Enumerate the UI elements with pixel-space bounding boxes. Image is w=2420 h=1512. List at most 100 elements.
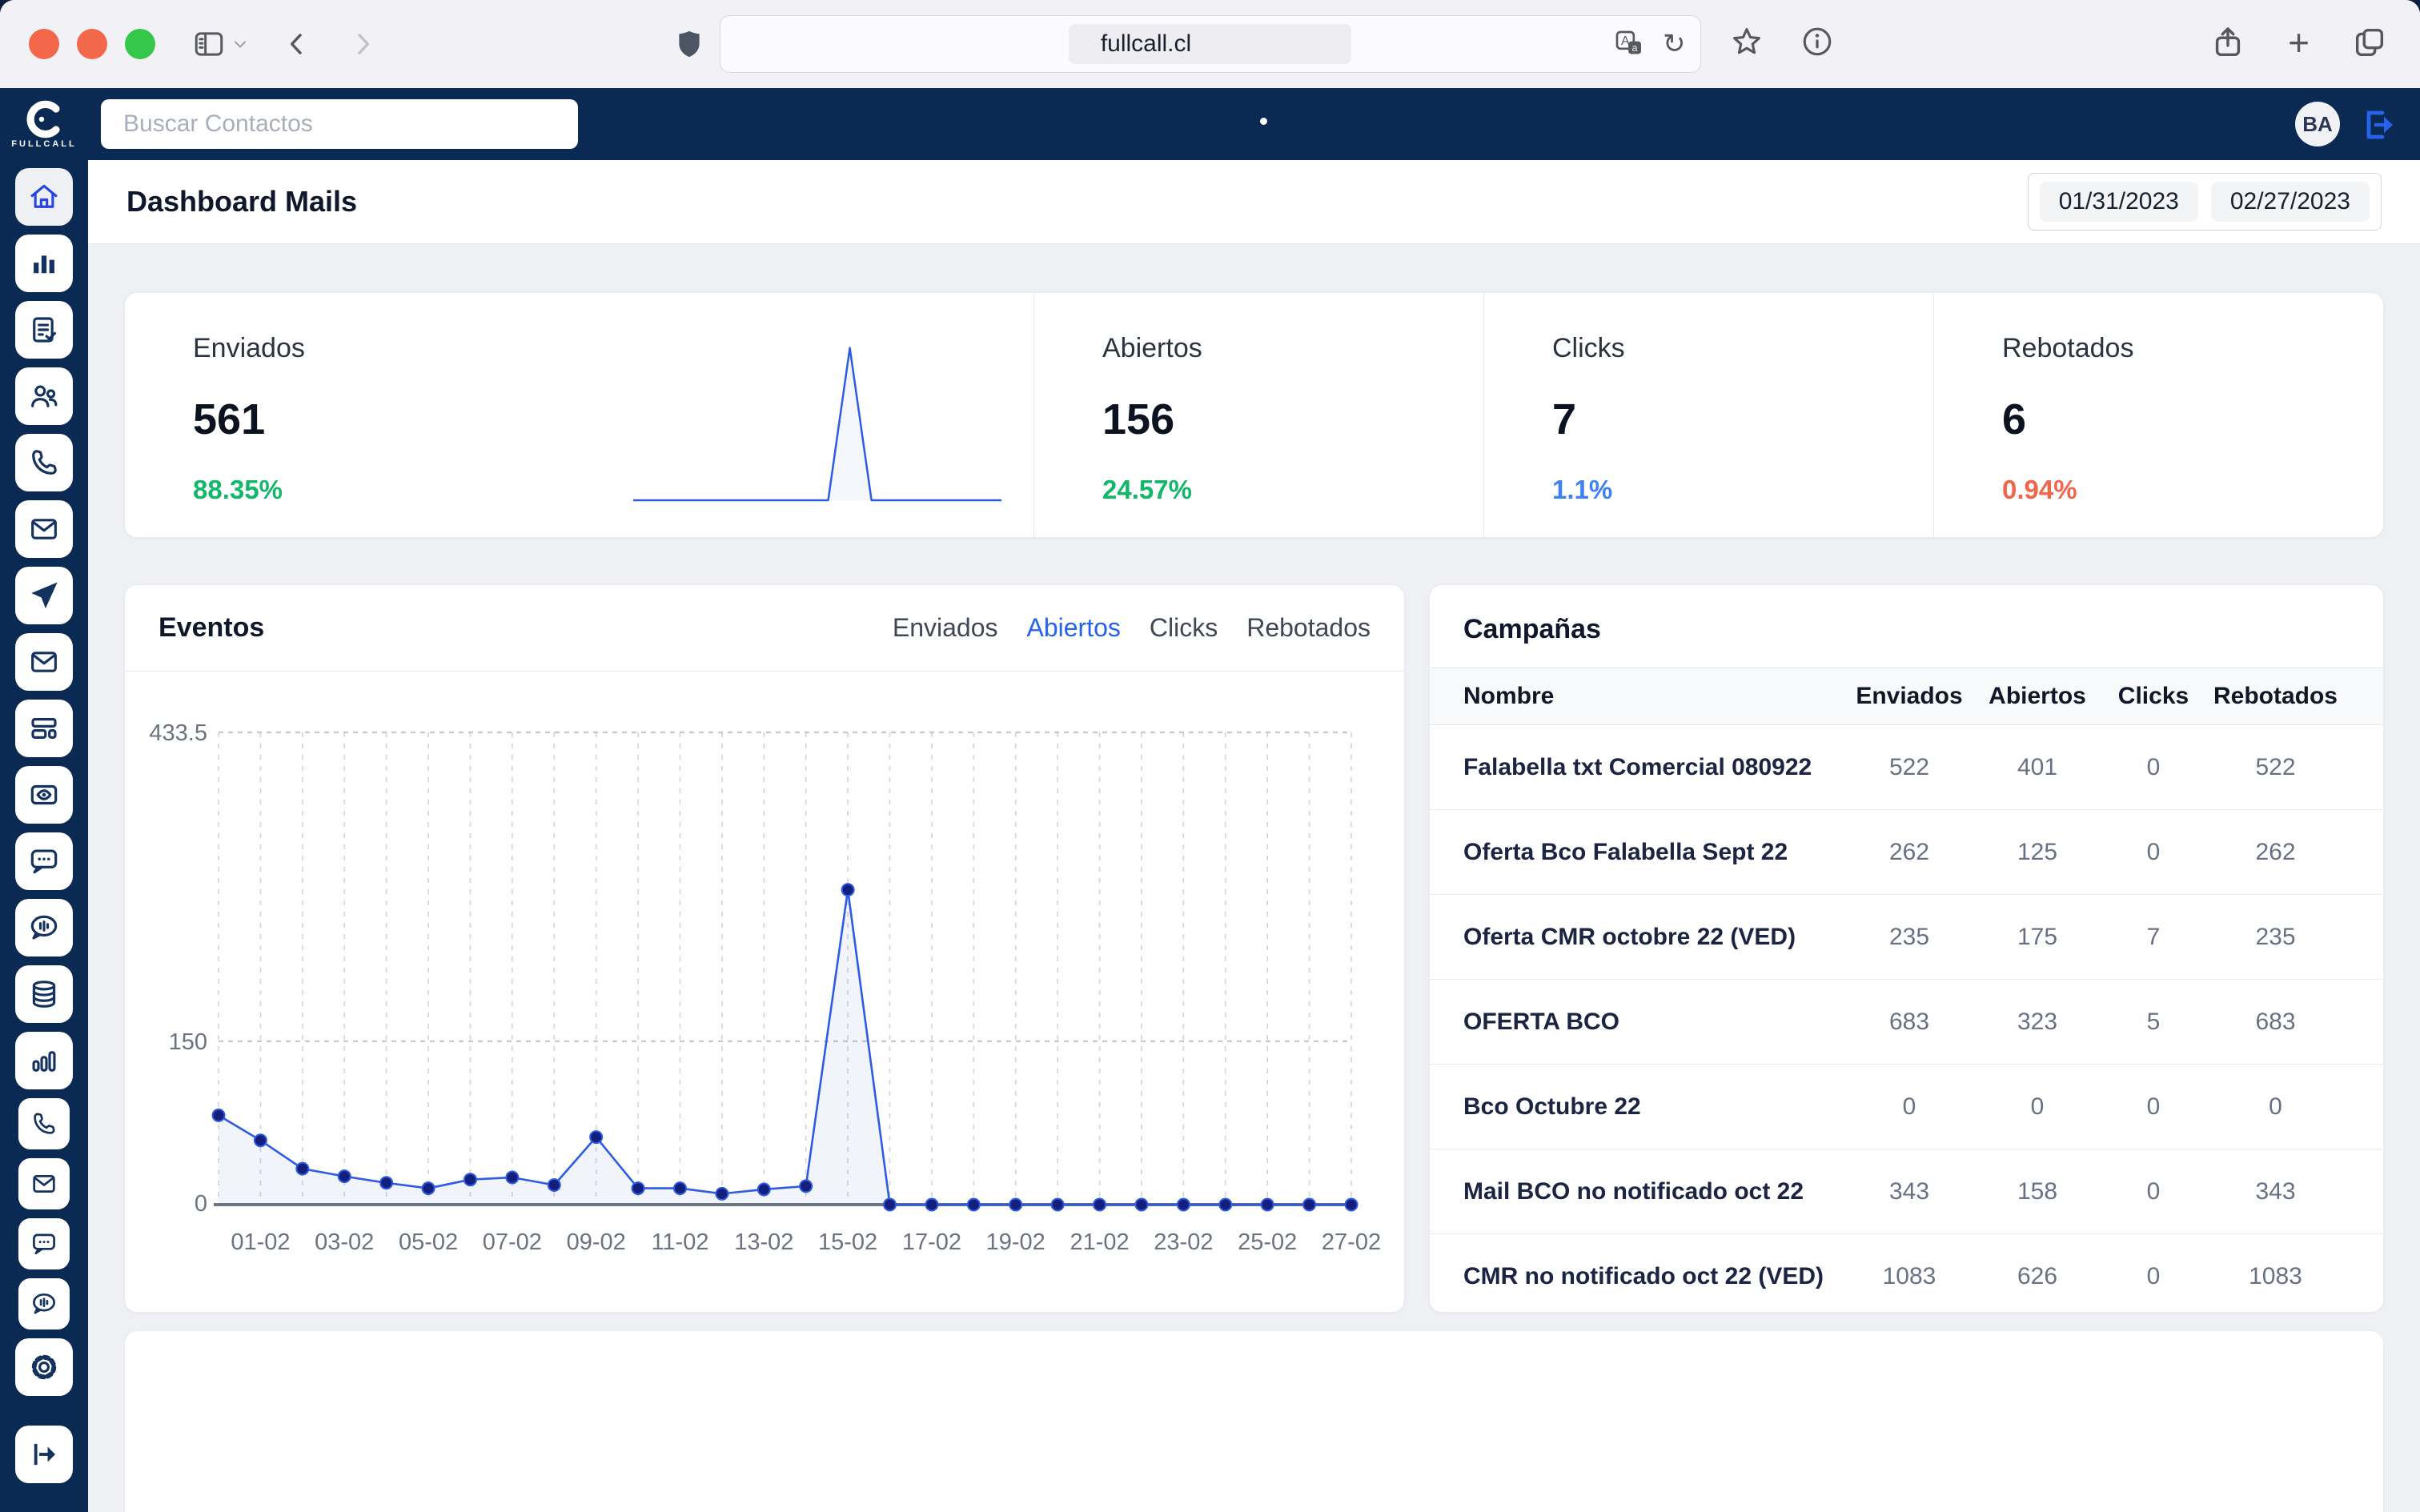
home-icon (27, 180, 61, 214)
sidebar-item-voice-messages[interactable] (15, 899, 73, 957)
shield-icon[interactable] (672, 25, 706, 63)
mail-icon (27, 645, 61, 679)
sidebar-item-monitoring[interactable] (15, 766, 73, 824)
bar-chart-icon (27, 247, 61, 280)
table-row[interactable]: OFERTA BCO6833235683 (1430, 980, 2383, 1065)
forward-icon[interactable] (347, 29, 378, 59)
table-row[interactable]: Oferta CMR octobre 22 (VED)2351757235 (1430, 895, 2383, 980)
minimize-window-button[interactable] (77, 29, 107, 59)
svg-text:25-02: 25-02 (1238, 1229, 1297, 1255)
svg-text:150: 150 (169, 1029, 207, 1055)
url-bar[interactable]: fullcall.cl A a ↻ (720, 15, 1701, 73)
svg-text:01-02: 01-02 (231, 1229, 290, 1255)
translate-icon[interactable]: A a (1613, 28, 1645, 60)
tab-overview-icon[interactable] (2351, 24, 2388, 61)
eye-card-icon (27, 778, 61, 812)
tab-abiertos[interactable]: Abiertos (1027, 613, 1121, 643)
voice-bubble-icon (30, 1289, 58, 1318)
sidebar-item-database[interactable] (15, 965, 73, 1023)
back-icon[interactable] (282, 29, 312, 59)
date-range-picker: 01/31/2023 02/27/2023 (2028, 173, 2382, 231)
clipboard-check-icon (27, 313, 61, 347)
svg-text:433.5: 433.5 (149, 720, 207, 746)
sidebar-item-chat-alt[interactable] (18, 1218, 70, 1269)
campaign-metric: 125 (1969, 839, 2105, 866)
campaign-metric: 7 (2105, 924, 2201, 951)
close-window-button[interactable] (29, 29, 59, 59)
page-header: Dashboard Mails 01/31/2023 02/27/2023 (88, 160, 2420, 244)
send-icon (27, 579, 61, 612)
sidebar-item-mail-alt[interactable] (18, 1158, 70, 1209)
stat-value: 6 (2002, 395, 2367, 444)
campaign-metric: 343 (1849, 1178, 1969, 1205)
campaign-name: Oferta CMR octobre 22 (VED) (1463, 924, 1849, 951)
column-header-nombre: Nombre (1463, 683, 1849, 710)
sidebar-item-chat[interactable] (15, 832, 73, 890)
avatar[interactable]: BA (2295, 102, 2340, 146)
date-end-input[interactable]: 02/27/2023 (2211, 182, 2370, 222)
sidebar-item-mail[interactable] (15, 500, 73, 558)
star-icon[interactable] (1729, 24, 1764, 59)
share-icon[interactable] (2209, 22, 2246, 62)
search-input[interactable] (101, 99, 578, 149)
campaign-metric: 0 (2201, 1093, 2350, 1121)
voice-bubble-icon (27, 911, 61, 944)
eventos-panel: Eventos EnviadosAbiertosClicksRebotados … (124, 584, 1405, 1313)
sidebar-item-voice-alt[interactable] (18, 1278, 70, 1330)
stat-value: 156 (1102, 395, 1467, 444)
sidebar-item-settings[interactable] (15, 1338, 73, 1396)
table-row[interactable]: Bco Octubre 220000 (1430, 1065, 2383, 1149)
sidebar-item-contacts[interactable] (15, 367, 73, 425)
new-tab-icon[interactable]: + (2288, 24, 2310, 61)
table-row[interactable]: Falabella txt Comercial 0809225224010522 (1430, 725, 2383, 810)
logout-icon[interactable] (2359, 106, 2398, 144)
campaign-metric: 0 (2105, 1263, 2201, 1290)
campaign-metric: 0 (2105, 754, 2201, 781)
sidebar-item-logout[interactable] (15, 1426, 73, 1483)
eventos-header: Eventos EnviadosAbiertosClicksRebotados (125, 585, 1404, 672)
stat-label: Rebotados (2002, 333, 2367, 364)
tab-enviados[interactable]: Enviados (893, 613, 998, 643)
zoom-window-button[interactable] (125, 29, 155, 59)
svg-text:03-02: 03-02 (315, 1229, 374, 1255)
layout-icon (27, 712, 61, 745)
svg-text:15-02: 15-02 (818, 1229, 877, 1255)
sidebar-item-calls-alt[interactable] (18, 1098, 70, 1149)
tab-rebotados[interactable]: Rebotados (1246, 613, 1371, 643)
campaign-metric: 323 (1969, 1009, 2105, 1036)
svg-text:27-02: 27-02 (1322, 1229, 1381, 1255)
chevron-down-icon[interactable] (231, 34, 250, 54)
enviados-sparkline (625, 328, 1009, 516)
campaign-metric: 522 (2201, 754, 2350, 781)
table-row[interactable]: Oferta Bco Falabella Sept 222621250262 (1430, 810, 2383, 895)
campaigns-table-body: Falabella txt Comercial 0809225224010522… (1430, 725, 2383, 1312)
sidebar-item-campaign-send[interactable] (15, 567, 73, 624)
campaign-metric: 175 (1969, 924, 2105, 951)
fullcall-logo-icon (25, 100, 63, 138)
sidebar-item-forms[interactable] (15, 301, 73, 359)
column-header-clicks: Clicks (2105, 683, 2201, 710)
table-row[interactable]: CMR no notificado oct 22 (VED)1083626010… (1430, 1234, 2383, 1312)
sidebar-item-analytics[interactable] (15, 235, 73, 292)
stat-label: Abiertos (1102, 333, 1467, 364)
page-title: Dashboard Mails (126, 185, 357, 219)
sidebar-item-home[interactable] (15, 168, 73, 226)
mail-icon (30, 1169, 58, 1198)
column-header-abiertos: Abiertos (1969, 683, 2105, 710)
sidebar-item-templates[interactable] (15, 700, 73, 757)
campaign-metric: 235 (2201, 924, 2350, 951)
tab-clicks[interactable]: Clicks (1150, 613, 1218, 643)
svg-text:05-02: 05-02 (399, 1229, 458, 1255)
table-row[interactable]: Mail BCO no notificado oct 223431580343 (1430, 1149, 2383, 1234)
campaign-name: OFERTA BCO (1463, 1009, 1849, 1036)
campaign-metric: 5 (2105, 1009, 2201, 1036)
sidebar-item-calls[interactable] (15, 434, 73, 491)
sidebar-item-reports[interactable] (15, 1032, 73, 1089)
app-logo[interactable]: FULLCALL (0, 100, 88, 149)
info-icon[interactable] (1800, 24, 1835, 59)
date-start-input[interactable]: 01/31/2023 (2040, 182, 2198, 222)
chat-dots-icon (30, 1229, 58, 1258)
sidebar-toggle-icon[interactable] (192, 27, 226, 61)
reload-icon[interactable]: ↻ (1663, 28, 1686, 60)
sidebar-item-mail-campaigns[interactable] (15, 633, 73, 691)
